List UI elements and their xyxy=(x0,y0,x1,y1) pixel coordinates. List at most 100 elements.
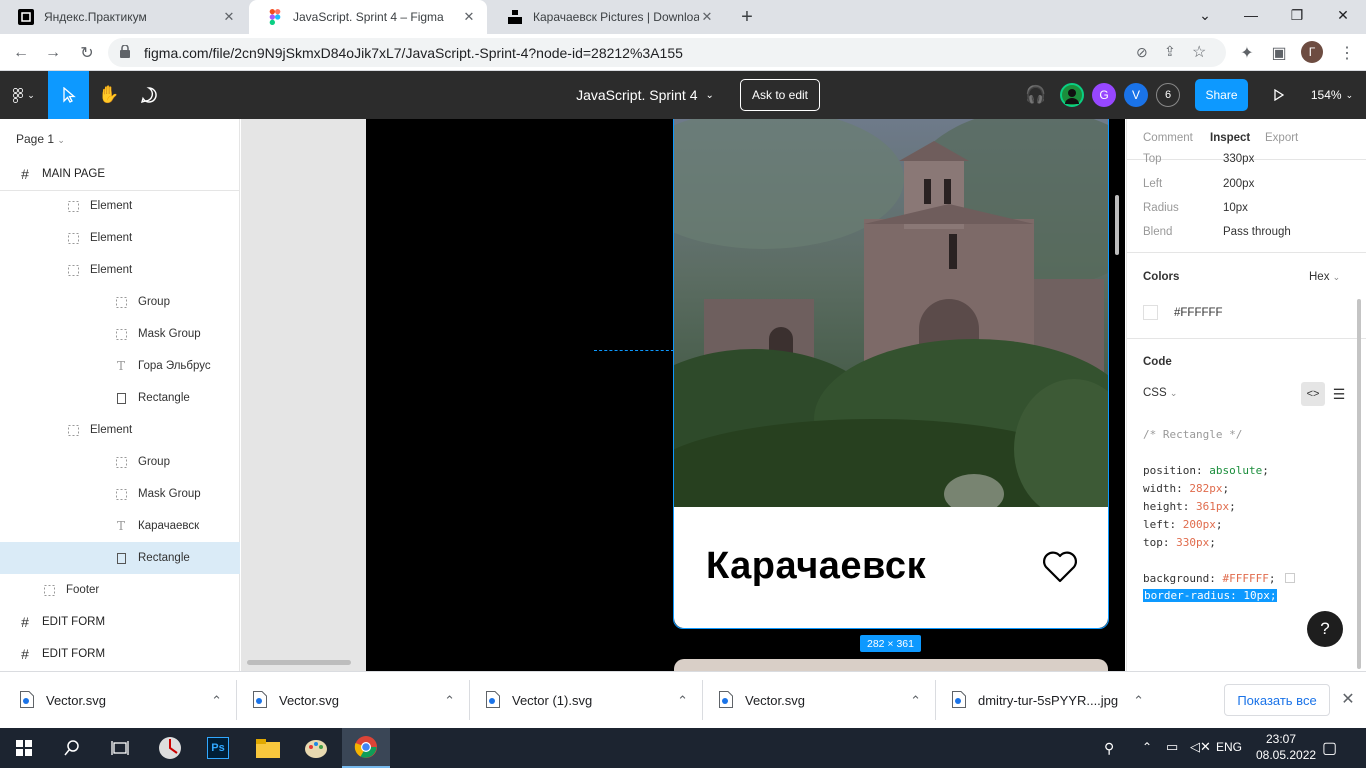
color-format: Hex xyxy=(1309,271,1330,283)
close-tab-icon[interactable]: ✕ xyxy=(461,9,477,25)
layer-row[interactable]: Element xyxy=(0,222,240,254)
task-view-icon[interactable] xyxy=(96,728,144,768)
address-bar[interactable]: figma.com/file/2cn9N9jSkmxD84oJik7xL7/Ja… xyxy=(108,38,1226,67)
clock[interactable]: 23:07 08.05.2022 xyxy=(1256,732,1316,762)
comment-tool-icon[interactable] xyxy=(129,71,169,119)
page-selector[interactable]: Page 1 ⌄ xyxy=(16,132,65,146)
layer-row[interactable]: Rectangle xyxy=(0,542,240,574)
layer-row[interactable]: Mask Group xyxy=(0,478,240,510)
side-panel-icon[interactable]: ▣ xyxy=(1266,40,1292,66)
menu-icon[interactable]: ⋮ xyxy=(1334,40,1360,66)
avatar-g[interactable]: G xyxy=(1092,83,1116,107)
layer-row[interactable]: # EDIT FORM xyxy=(0,606,240,638)
help-button[interactable]: ? xyxy=(1307,611,1343,647)
headphones-icon[interactable]: 🎧 xyxy=(1022,71,1050,119)
search-icon[interactable] xyxy=(48,728,96,768)
share-button[interactable]: Share xyxy=(1195,79,1248,111)
download-item[interactable]: Vector.svg ⌃ xyxy=(253,672,463,729)
download-item[interactable]: Vector.svg ⌃ xyxy=(719,672,929,729)
download-item[interactable]: Vector (1).svg ⌃ xyxy=(486,672,696,729)
code-language-select[interactable]: CSS ⌄ xyxy=(1143,387,1177,399)
chevron-up-icon[interactable]: ⌃ xyxy=(677,693,688,709)
tab-figma[interactable]: JavaScript. Sprint 4 – Figma ✕ xyxy=(249,0,487,34)
hand-tool-icon[interactable]: ✋ xyxy=(89,71,129,119)
eye-off-icon[interactable]: ⊘ xyxy=(1136,44,1148,61)
layer-row[interactable]: Group xyxy=(0,446,240,478)
url-text: figma.com/file/2cn9N9jSkmxD84oJik7xL7/Ja… xyxy=(144,45,683,61)
forward-icon[interactable]: → xyxy=(40,40,66,66)
profile-avatar[interactable]: Г xyxy=(1301,41,1323,63)
avatar[interactable] xyxy=(1060,83,1084,107)
bookmark-star-icon[interactable]: ☆ xyxy=(1192,42,1206,62)
layer-row[interactable]: T Гора Эльбрус xyxy=(0,350,240,382)
layer-row[interactable]: Footer xyxy=(0,574,240,606)
canvas-vertical-scrollbar[interactable] xyxy=(1115,195,1119,255)
layer-row[interactable]: Element xyxy=(0,414,240,446)
file-explorer-icon[interactable] xyxy=(244,728,292,768)
new-tab-button[interactable]: + xyxy=(733,5,761,29)
close-tab-icon[interactable]: ✕ xyxy=(699,9,715,25)
file-title[interactable]: JavaScript. Sprint 4 ⌄ xyxy=(560,71,730,119)
tab-export[interactable]: Export xyxy=(1265,132,1298,144)
battery-icon[interactable]: ▭ xyxy=(1166,739,1178,755)
figma-menu-icon[interactable]: ⌄ xyxy=(0,71,48,119)
color-value[interactable]: #FFFFFF xyxy=(1174,307,1223,319)
layer-row[interactable]: Element xyxy=(0,254,240,286)
tab-inspect[interactable]: Inspect xyxy=(1210,132,1250,144)
tab-search-icon[interactable]: ⌄ xyxy=(1182,0,1228,30)
reload-icon[interactable]: ↻ xyxy=(74,40,100,66)
paint-icon[interactable] xyxy=(292,728,340,768)
close-tab-icon[interactable]: ✕ xyxy=(221,9,237,25)
panel-scrollbar[interactable] xyxy=(1357,299,1361,669)
tab-unsplash[interactable]: Карачаевск Pictures | Download ✕ xyxy=(489,0,725,34)
present-icon[interactable] xyxy=(1264,71,1294,119)
tab-comment[interactable]: Comment xyxy=(1143,132,1193,144)
ask-to-edit-button[interactable]: Ask to edit xyxy=(740,79,820,111)
figma-canvas[interactable]: Карачаевск 282 × 361 xyxy=(241,119,1125,671)
avatar-v[interactable]: V xyxy=(1124,83,1148,107)
chrome-icon[interactable] xyxy=(342,728,390,768)
back-icon[interactable]: ← xyxy=(8,40,34,66)
zoom-menu[interactable]: 154% ⌄ xyxy=(1304,71,1360,119)
chevron-up-icon[interactable]: ⌃ xyxy=(444,693,455,709)
code-selected-line[interactable]: border-radius: 10px; xyxy=(1143,589,1278,602)
layer-row[interactable]: Group xyxy=(0,286,240,318)
people-icon[interactable]: ⚲ xyxy=(1104,740,1114,757)
tab-practicum[interactable]: Яндекс.Практикум ✕ xyxy=(0,0,247,34)
input-language[interactable]: ENG xyxy=(1216,740,1242,754)
chevron-up-icon[interactable]: ⌃ xyxy=(211,693,222,709)
layer-row[interactable]: Rectangle xyxy=(0,382,240,414)
colors-heading: Colors xyxy=(1143,271,1180,283)
divider xyxy=(469,680,470,720)
restore-icon[interactable]: ❐ xyxy=(1274,0,1320,30)
code-value: #FFFFFF xyxy=(1222,572,1269,585)
minimize-icon[interactable]: — xyxy=(1228,0,1274,30)
notifications-icon[interactable]: ▢ xyxy=(1322,738,1337,758)
layer-row[interactable]: # EDIT FORM xyxy=(0,638,240,670)
code-view-icon[interactable]: <> xyxy=(1301,382,1325,406)
windows-start-icon[interactable] xyxy=(0,728,48,768)
close-downloads-icon[interactable]: ✕ xyxy=(1338,689,1358,709)
photoshop-icon[interactable]: Ps xyxy=(194,728,242,768)
lock-icon[interactable] xyxy=(120,44,130,63)
chevron-up-icon[interactable]: ⌃ xyxy=(1133,693,1144,709)
extensions-icon[interactable]: ✦ xyxy=(1234,40,1260,66)
layer-row[interactable]: T Карачаевск xyxy=(0,510,240,542)
list-view-icon[interactable]: ☰ xyxy=(1327,382,1351,406)
share-page-icon[interactable]: ⇪ xyxy=(1164,43,1176,60)
layer-row[interactable]: Mask Group xyxy=(0,318,240,350)
show-all-button[interactable]: Показать все xyxy=(1224,684,1330,716)
layer-row[interactable]: Element xyxy=(0,190,240,222)
close-window-icon[interactable]: ✕ xyxy=(1320,0,1366,30)
yandex-browser-icon[interactable] xyxy=(146,728,194,768)
volume-mute-icon[interactable]: ◁✕ xyxy=(1190,739,1211,755)
chevron-up-icon[interactable]: ⌃ xyxy=(910,693,921,709)
chevron-up-icon[interactable]: ⌃ xyxy=(1142,740,1152,754)
move-tool-icon[interactable] xyxy=(48,71,89,119)
download-item[interactable]: Vector.svg ⌃ xyxy=(20,672,230,729)
layer-row[interactable]: # MAIN PAGE xyxy=(0,158,240,190)
color-format-select[interactable]: Hex ⌄ xyxy=(1309,271,1340,283)
collaborator-count[interactable]: 6 xyxy=(1156,83,1180,107)
canvas-scrollbar[interactable] xyxy=(247,660,351,665)
download-item[interactable]: dmitry-tur-5sPYYR....jpg ⌃ xyxy=(952,672,1152,729)
